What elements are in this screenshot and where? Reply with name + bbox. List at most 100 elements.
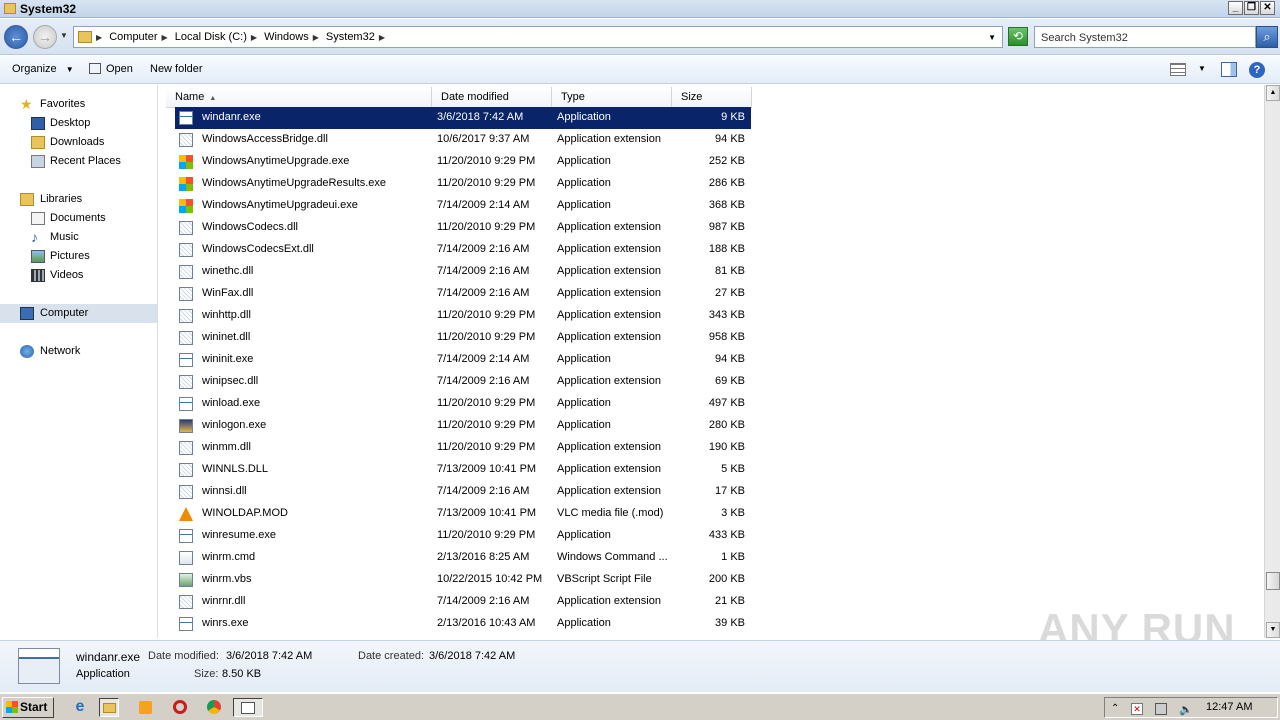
file-row[interactable]: winrm.cmd 2/13/2016 8:25 AM Windows Comman… <box>175 547 751 569</box>
file-row[interactable]: winresume.exe 11/20/2010 9:29 PM Applicati… <box>175 525 751 547</box>
videos-icon <box>31 269 45 282</box>
breadcrumb-system32[interactable]: System32 <box>326 31 375 43</box>
volume-icon[interactable]: 🔈 <box>1179 703 1193 716</box>
media-player-icon[interactable] <box>136 698 156 717</box>
file-row[interactable]: WindowsAnytimeUpgrade.exe 11/20/2010 9:29… <box>175 151 751 173</box>
file-row[interactable]: WindowsCodecs.dll 11/20/2010 9:29 PM Appli… <box>175 217 751 239</box>
file-row[interactable]: WINOLDAP.MOD 7/13/2009 10:41 PM VLC media … <box>175 503 751 525</box>
taskbar: Start e ⌃ ✕ 🔈 12:47 AM <box>0 693 1280 720</box>
details-filetype: Application <box>76 668 130 680</box>
organize-button[interactable]: Organize ▼ <box>12 63 74 75</box>
nav-recent-places[interactable]: Recent Places <box>0 152 157 171</box>
file-row[interactable]: winethc.dll 7/14/2009 2:16 AM Application … <box>175 261 751 283</box>
file-date-modified: 3/6/2018 7:42 AM <box>437 111 524 123</box>
nav-network[interactable]: Network <box>0 342 157 361</box>
app-taskbar-button[interactable] <box>233 698 263 717</box>
file-row[interactable]: winload.exe 11/20/2010 9:29 PM Application… <box>175 393 751 415</box>
preview-pane-button[interactable] <box>1221 62 1237 77</box>
chrome-icon[interactable] <box>204 698 224 717</box>
nav-music[interactable]: ♪ Music <box>0 228 157 247</box>
breadcrumb-computer[interactable]: Computer <box>109 31 157 43</box>
close-button[interactable]: ✕ <box>1260 1 1275 15</box>
file-row[interactable]: wininit.exe 7/14/2009 2:14 AM Application 9… <box>175 349 751 371</box>
address-dropdown-icon[interactable]: ▼ <box>988 33 996 42</box>
file-row[interactable]: winhttp.dll 11/20/2010 9:29 PM Application… <box>175 305 751 327</box>
refresh-button[interactable]: ⟲ <box>1008 27 1028 46</box>
new-folder-button[interactable]: New folder <box>150 63 203 75</box>
explorer-taskbar-icon[interactable] <box>99 698 119 717</box>
column-header-size[interactable]: Size <box>672 87 752 108</box>
file-row[interactable]: winrnr.dll 7/14/2009 2:16 AM Application e… <box>175 591 751 613</box>
file-size: 497 KB <box>708 397 745 409</box>
show-hidden-icons-icon[interactable]: ⌃ <box>1111 703 1123 715</box>
file-name: winload.exe <box>202 397 261 409</box>
opera-icon[interactable] <box>170 698 190 717</box>
file-type: VLC media file (.mod) <box>557 507 664 519</box>
column-header-name[interactable]: Name ▲ <box>166 87 432 108</box>
file-row[interactable]: winnsi.dll 7/14/2009 2:16 AM Application e… <box>175 481 751 503</box>
file-date-modified: 2/13/2016 8:25 AM <box>437 551 530 563</box>
file-size: 9 KB <box>721 111 745 123</box>
file-name: WinFax.dll <box>202 287 254 299</box>
vertical-scrollbar[interactable]: ▲ ▼ <box>1264 85 1280 638</box>
downloads-icon <box>31 136 45 149</box>
file-date-modified: 7/14/2009 2:16 AM <box>437 287 530 299</box>
start-button[interactable]: Start <box>2 697 54 718</box>
libraries-icon <box>20 193 34 206</box>
nav-favorites[interactable]: ★ Favorites <box>0 95 157 114</box>
search-icon[interactable]: ⌕ <box>1256 26 1278 48</box>
nav-downloads[interactable]: Downloads <box>0 133 157 152</box>
nav-documents[interactable]: Documents <box>0 209 157 228</box>
view-dropdown-icon[interactable]: ▼ <box>1198 64 1206 73</box>
file-type: Application extension <box>557 485 661 497</box>
file-row[interactable]: WindowsCodecsExt.dll 7/14/2009 2:16 AM App… <box>175 239 751 261</box>
file-row[interactable]: winlogon.exe 11/20/2010 9:29 PM Applicatio… <box>175 415 751 437</box>
internet-explorer-icon[interactable]: e <box>70 698 90 717</box>
file-row[interactable]: WINNLS.DLL 7/13/2009 10:41 PM Application … <box>175 459 751 481</box>
file-row[interactable]: winrm.vbs 10/22/2015 10:42 PM VBScript Scr… <box>175 569 751 591</box>
open-button[interactable]: Open <box>89 63 133 75</box>
file-size: 958 KB <box>708 331 745 343</box>
help-button[interactable]: ? <box>1249 62 1265 78</box>
file-date-modified: 11/20/2010 9:29 PM <box>437 529 536 541</box>
minimize-button[interactable]: _ <box>1228 1 1243 15</box>
column-header-type[interactable]: Type <box>552 87 672 108</box>
clock[interactable]: 12:47 AM <box>1206 701 1252 713</box>
file-row[interactable]: windanr.exe 3/6/2018 7:42 AM Application 9 … <box>175 107 751 129</box>
file-row[interactable]: winmm.dll 11/20/2010 9:29 PM Application e… <box>175 437 751 459</box>
column-header-row: Name ▲ Date modified Type Size <box>166 87 752 108</box>
nav-libraries[interactable]: Libraries <box>0 190 157 209</box>
scroll-down-button[interactable]: ▼ <box>1266 622 1280 638</box>
file-date-modified: 7/14/2009 2:16 AM <box>437 485 530 497</box>
network-tray-icon[interactable] <box>1155 703 1167 715</box>
dll-file-icon <box>179 265 193 279</box>
file-row[interactable]: WinFax.dll 7/14/2009 2:16 AM Application e… <box>175 283 751 305</box>
file-row[interactable]: WindowsAccessBridge.dll 10/6/2017 9:37 AM… <box>175 129 751 151</box>
column-header-date[interactable]: Date modified <box>432 87 552 108</box>
file-row[interactable]: WindowsAnytimeUpgradeui.exe 7/14/2009 2:1… <box>175 195 751 217</box>
nav-computer[interactable]: Computer <box>0 304 157 323</box>
file-row[interactable]: winrs.exe 2/13/2016 10:43 AM Application 39… <box>175 613 751 635</box>
search-input[interactable]: Search System32 <box>1034 26 1256 48</box>
nav-pictures[interactable]: Pictures <box>0 247 157 266</box>
back-button[interactable]: ← <box>4 25 28 49</box>
address-bar[interactable]: ▶ Computer ▶ Local Disk (C:) ▶ Windows ▶ Sy… <box>73 26 1003 48</box>
file-name: WindowsAccessBridge.dll <box>202 133 328 145</box>
dll-file-icon <box>179 375 193 389</box>
maximize-button[interactable]: ❐ <box>1244 1 1259 15</box>
file-row[interactable]: wininet.dll 11/20/2010 9:29 PM Application… <box>175 327 751 349</box>
scrollbar-thumb[interactable] <box>1266 572 1280 590</box>
scroll-up-button[interactable]: ▲ <box>1266 85 1280 101</box>
action-center-icon[interactable]: ✕ <box>1131 703 1143 715</box>
nav-desktop[interactable]: Desktop <box>0 114 157 133</box>
file-row[interactable]: WindowsAnytimeUpgradeResults.exe 11/20/20… <box>175 173 751 195</box>
file-row[interactable]: winipsec.dll 7/14/2009 2:16 AM Application… <box>175 371 751 393</box>
change-view-icon[interactable] <box>1170 63 1186 76</box>
recent-pages-dropdown[interactable]: ▼ <box>60 31 68 40</box>
forward-button[interactable]: → <box>33 25 57 49</box>
breadcrumb-local-disk[interactable]: Local Disk (C:) <box>175 31 247 43</box>
file-size: 286 KB <box>708 177 745 189</box>
pictures-icon <box>31 250 45 263</box>
breadcrumb-windows[interactable]: Windows <box>264 31 309 43</box>
nav-videos[interactable]: Videos <box>0 266 157 285</box>
